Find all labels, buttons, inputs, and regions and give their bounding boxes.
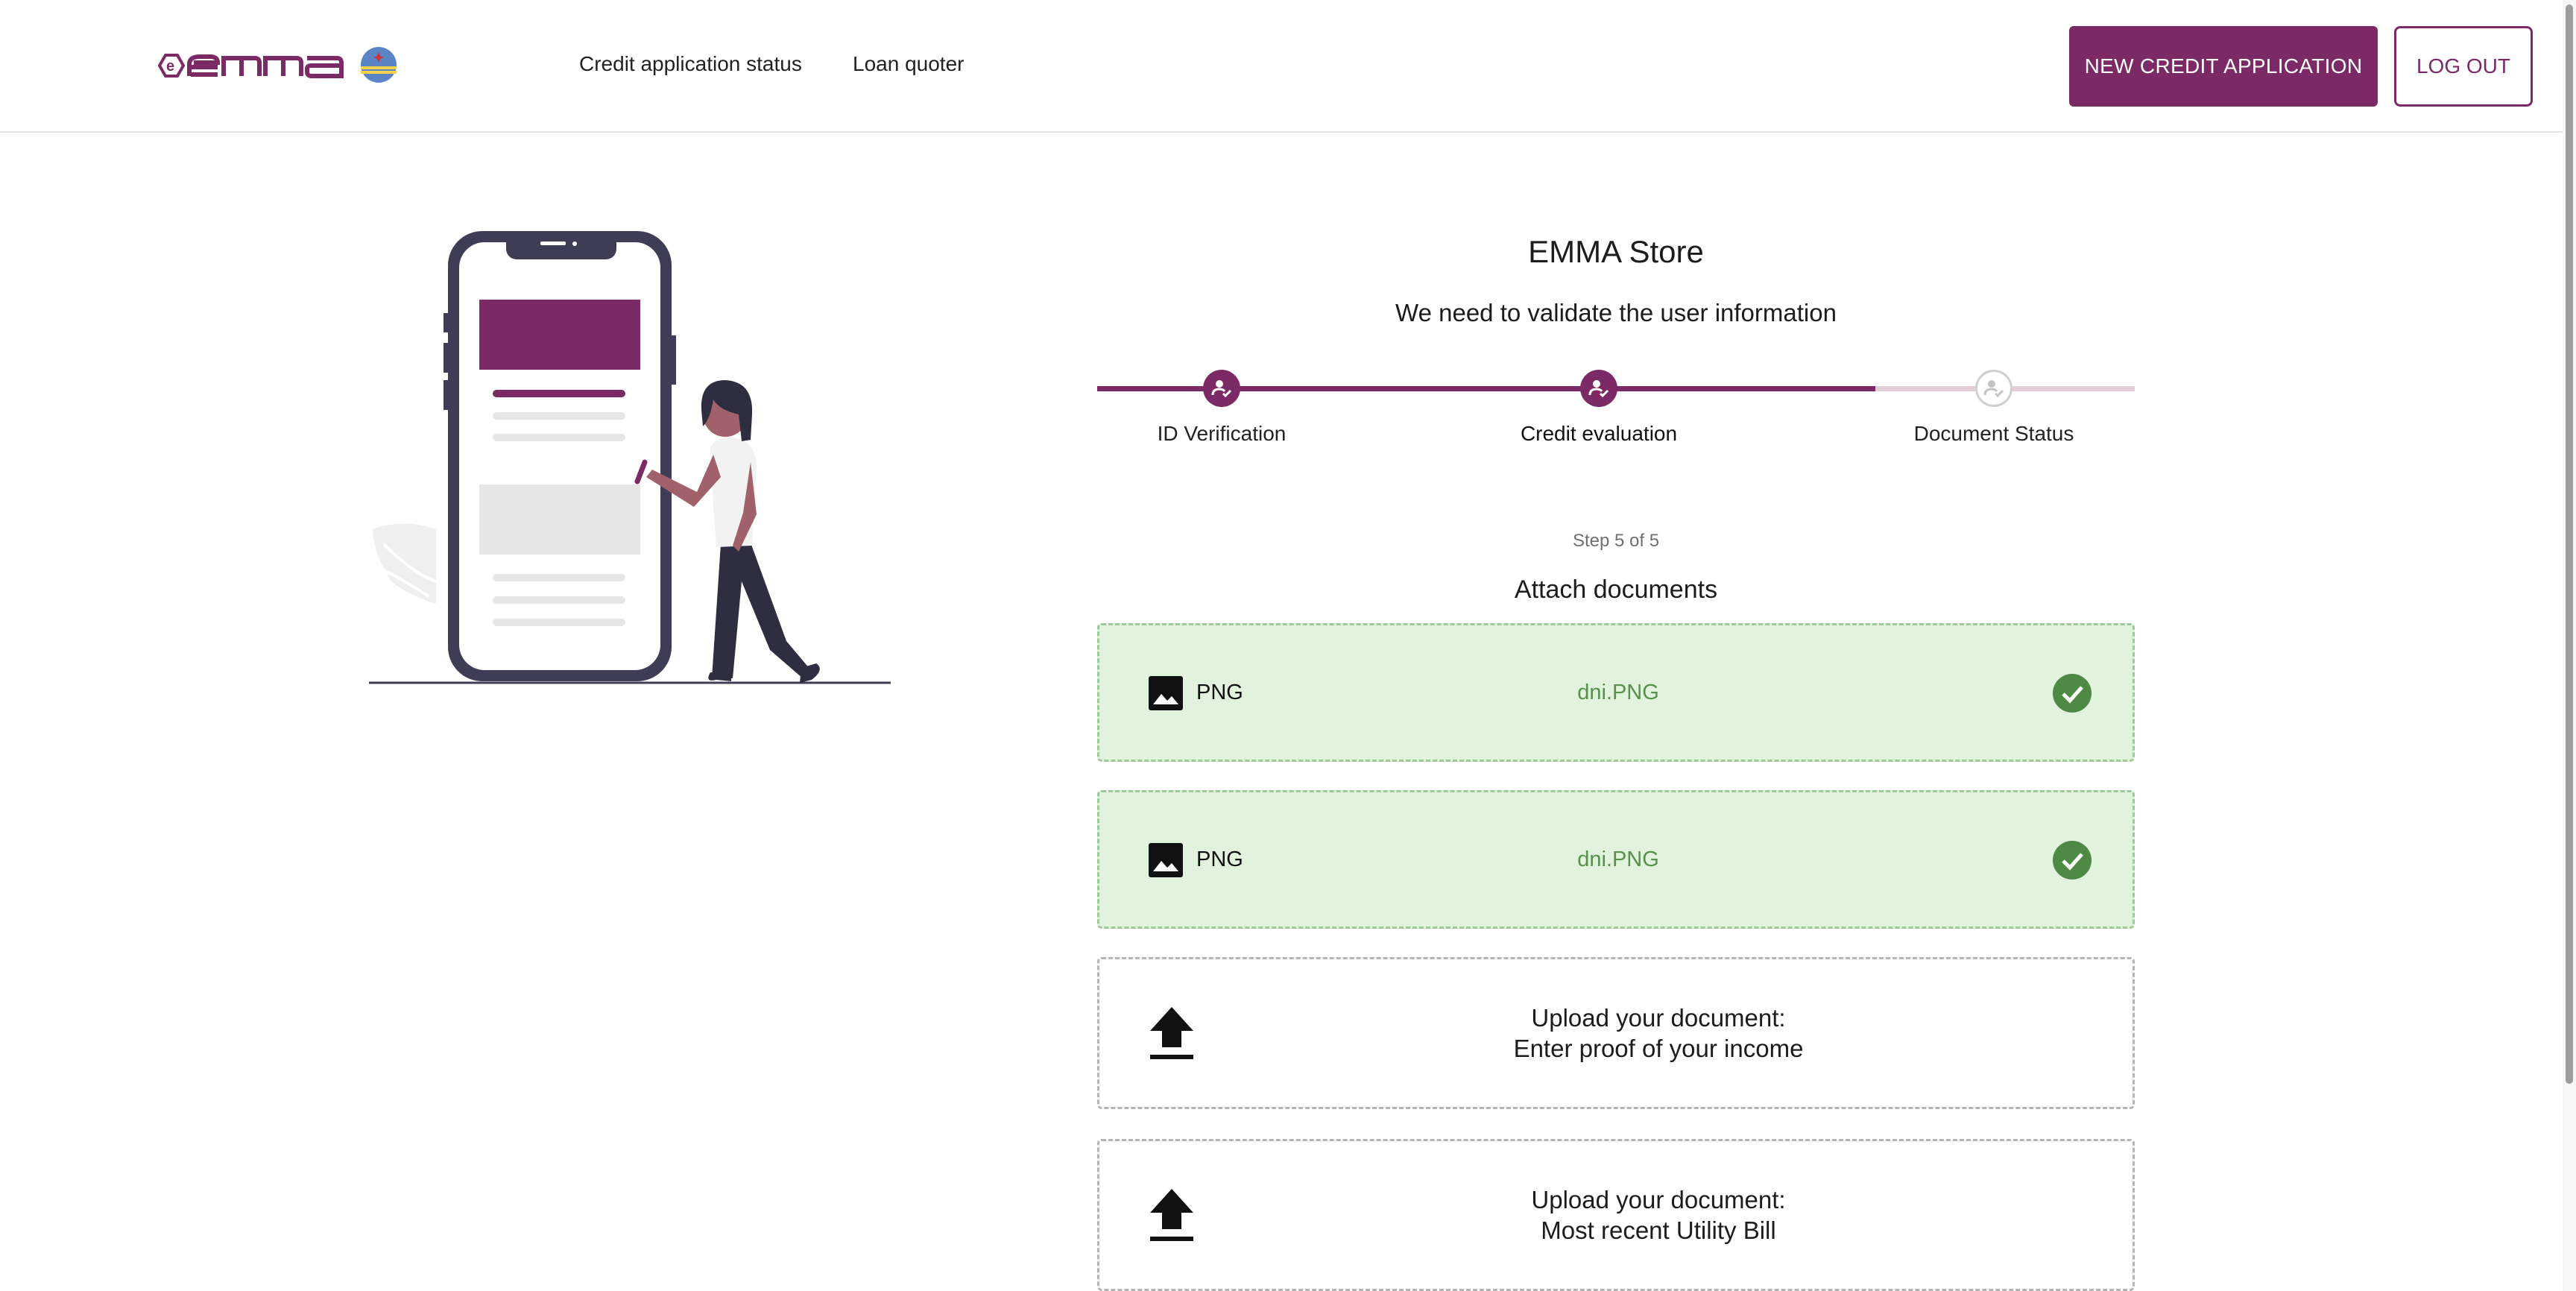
phone-woman-illustration xyxy=(369,231,891,684)
uploaded-document-card[interactable]: PNG dni.PNG xyxy=(1097,790,2135,929)
check-circle-icon xyxy=(2053,674,2092,713)
user-check-icon xyxy=(1588,380,1609,398)
uploaded-document-card[interactable]: PNG dni.PNG xyxy=(1097,623,2135,762)
scrollbar[interactable] xyxy=(2563,0,2576,1291)
step-label-credit-evaluation: Credit evaluation xyxy=(1520,422,1678,445)
file-name: dni.PNG xyxy=(1577,681,1659,704)
upload-prompt-line1: Upload your document: xyxy=(1531,1186,1786,1213)
scrollbar-thumb[interactable] xyxy=(2566,4,2573,1084)
user-check-icon xyxy=(1211,380,1232,398)
upload-income-proof-dropzone[interactable]: Upload your document: Enter proof of you… xyxy=(1097,957,2135,1109)
progress-stepper: ID Verification Credit evaluation Docume… xyxy=(1097,365,2135,455)
upload-prompt-line2: Enter proof of your income xyxy=(1513,1035,1804,1062)
validation-subtitle: We need to validate the user information xyxy=(1395,299,1837,326)
step-document-status-node xyxy=(1975,370,2012,407)
nav-credit-application-status[interactable]: Credit application status xyxy=(579,52,802,76)
step-credit-evaluation-node xyxy=(1580,370,1617,407)
attach-documents-title: Attach documents xyxy=(1514,575,1718,604)
step-label-document-status: Document Status xyxy=(1913,422,2074,445)
step-id-verification-node xyxy=(1203,370,1240,407)
upload-utility-bill-dropzone[interactable]: Upload your document: Most recent Utilit… xyxy=(1097,1139,2135,1291)
logout-button[interactable]: LOG OUT xyxy=(2394,26,2533,107)
upload-prompt-line2: Most recent Utility Bill xyxy=(1541,1216,1776,1244)
file-name: dni.PNG xyxy=(1577,847,1659,871)
step-counter: Step 5 of 5 xyxy=(1572,531,1660,551)
nav-loan-quoter[interactable]: Loan quoter xyxy=(853,52,964,76)
top-header: e Credit application status Loan quoter … xyxy=(0,0,2576,133)
store-title: EMMA Store xyxy=(1528,234,1704,269)
check-circle-icon xyxy=(2053,841,2092,880)
aruba-flag-icon[interactable] xyxy=(360,46,397,83)
upload-icon xyxy=(1150,1189,1193,1241)
user-check-icon xyxy=(1983,380,2004,398)
upload-prompt: Upload your document: Most recent Utilit… xyxy=(1248,1184,2068,1246)
upload-prompt-line1: Upload your document: xyxy=(1531,1004,1786,1032)
svg-text:e: e xyxy=(166,58,174,75)
emma-logo[interactable]: e xyxy=(158,48,344,83)
step-label-id-verification: ID Verification xyxy=(1157,422,1287,445)
upload-prompt: Upload your document: Enter proof of you… xyxy=(1248,1003,2068,1064)
new-credit-application-button[interactable]: NEW CREDIT APPLICATION xyxy=(2069,26,2378,107)
upload-icon xyxy=(1150,1007,1193,1059)
